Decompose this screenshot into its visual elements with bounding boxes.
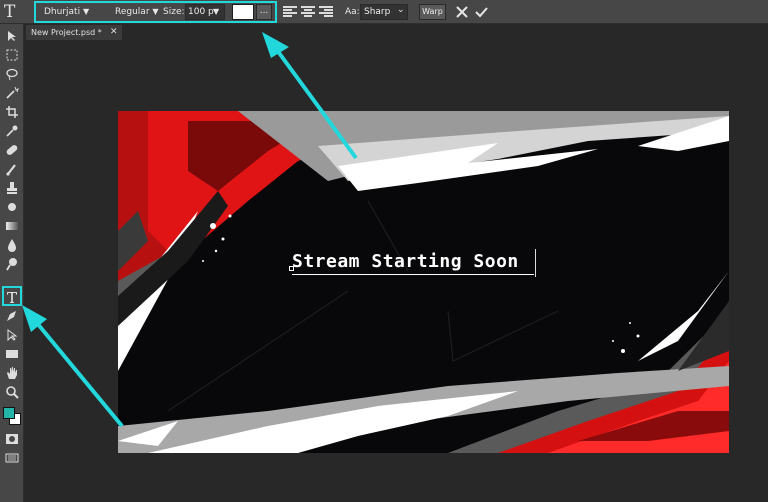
magic-wand-icon[interactable] bbox=[3, 84, 21, 102]
text-color-swatch[interactable] bbox=[232, 4, 254, 20]
more-options-button[interactable]: ... bbox=[256, 4, 272, 20]
move-tool-icon[interactable] bbox=[3, 27, 21, 45]
healing-brush-icon[interactable] bbox=[3, 141, 21, 159]
warp-button[interactable]: Warp bbox=[419, 4, 446, 20]
font-size-value: 100 p bbox=[188, 7, 214, 17]
chevron-down-icon: ▼ bbox=[82, 7, 90, 16]
text-baseline bbox=[292, 274, 534, 275]
clone-stamp-icon[interactable] bbox=[3, 179, 21, 197]
font-style-select[interactable]: Regular ▼ bbox=[115, 6, 159, 18]
screen-mode-icon[interactable] bbox=[3, 449, 21, 467]
gradient-icon[interactable] bbox=[3, 217, 21, 235]
crop-tool-icon[interactable] bbox=[3, 103, 21, 121]
font-family-value: Dhurjati bbox=[44, 7, 81, 17]
antialias-label: Aa: bbox=[345, 7, 360, 17]
foreground-color-swatch-top[interactable] bbox=[3, 407, 15, 419]
text-anchor-handle[interactable] bbox=[289, 266, 294, 271]
font-style-value: Regular bbox=[115, 7, 150, 17]
hand-tool-icon[interactable] bbox=[3, 364, 21, 382]
brush-icon[interactable] bbox=[3, 160, 21, 178]
dodge-icon[interactable] bbox=[3, 255, 21, 273]
cancel-icon[interactable] bbox=[455, 5, 469, 19]
font-size-dropdown[interactable]: ▼ bbox=[213, 6, 219, 18]
stream-banner-artwork bbox=[118, 111, 729, 453]
document-tab-title: New Project.psd * bbox=[31, 28, 102, 37]
document-tab[interactable]: New Project.psd * ✕ bbox=[26, 25, 122, 40]
svg-text:T: T bbox=[7, 290, 17, 304]
chevron-down-icon: ▼ bbox=[213, 7, 220, 16]
text-cursor bbox=[535, 249, 536, 277]
chevron-down-icon: ▼ bbox=[152, 7, 159, 16]
tools-panel: T bbox=[0, 24, 24, 502]
close-icon[interactable]: ✕ bbox=[110, 25, 118, 40]
lasso-tool-icon[interactable] bbox=[3, 65, 21, 83]
align-right-icon[interactable] bbox=[319, 6, 333, 18]
canvas-text-layer[interactable]: Stream Starting Soon bbox=[292, 251, 519, 273]
pen-tool-icon[interactable] bbox=[3, 307, 21, 325]
size-label: Size: bbox=[163, 7, 185, 17]
antialias-select[interactable]: Sharp ⌄ bbox=[360, 4, 408, 20]
antialias-value: Sharp bbox=[364, 7, 391, 17]
eraser-icon[interactable] bbox=[3, 198, 21, 216]
zoom-tool-icon[interactable] bbox=[3, 383, 21, 401]
chevron-down-icon: ⌄ bbox=[397, 5, 405, 15]
type-tool-icon[interactable]: T bbox=[2, 286, 22, 306]
arrow-to-type-tool bbox=[22, 305, 124, 428]
commit-check-icon[interactable] bbox=[474, 5, 489, 19]
shape-tool-icon[interactable] bbox=[3, 345, 21, 363]
options-bar: T Dhurjati ▼ Regular ▼ Size: 100 p ▼ ...… bbox=[0, 0, 768, 24]
type-tool-icon[interactable]: T bbox=[4, 2, 22, 22]
eyedropper-icon[interactable] bbox=[3, 122, 21, 140]
align-left-icon[interactable] bbox=[283, 6, 297, 18]
marquee-tool-icon[interactable] bbox=[3, 46, 21, 64]
path-select-icon[interactable] bbox=[3, 326, 21, 344]
quick-mask-icon[interactable] bbox=[3, 430, 21, 448]
document-canvas[interactable]: Stream Starting Soon bbox=[118, 111, 729, 453]
align-center-icon[interactable] bbox=[301, 6, 315, 18]
font-family-select[interactable]: Dhurjati ▼ bbox=[44, 6, 89, 18]
blur-icon[interactable] bbox=[3, 236, 21, 254]
